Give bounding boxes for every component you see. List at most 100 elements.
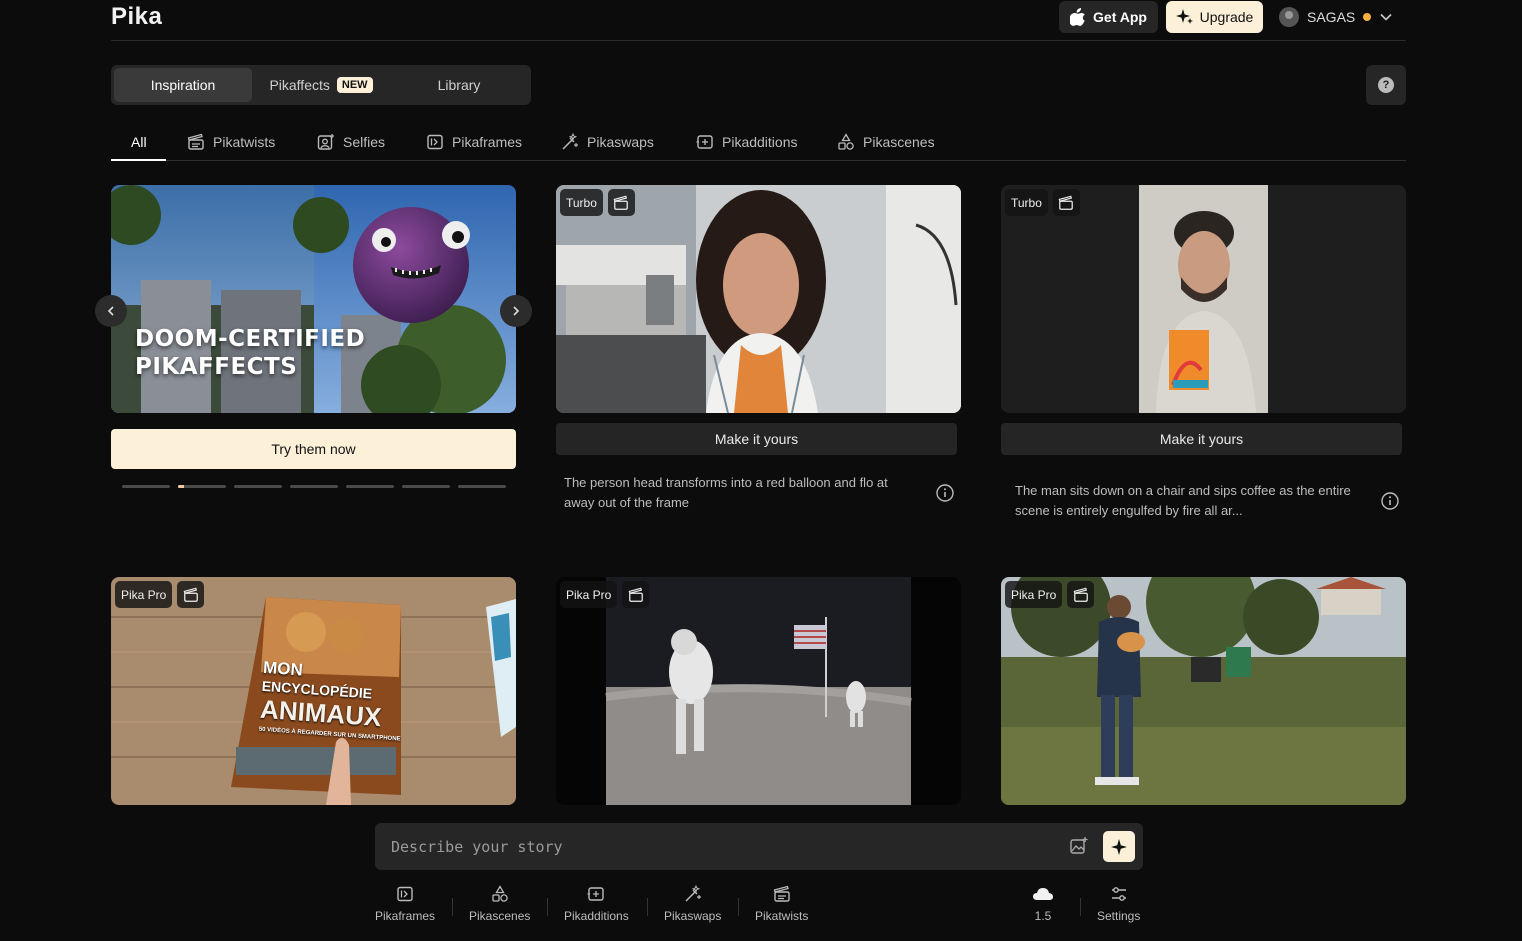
clapper-icon: [177, 581, 205, 608]
carousel-dot[interactable]: [122, 485, 170, 488]
clapper-icon: [773, 885, 790, 902]
tool-pikaswaps[interactable]: Pikaswaps: [664, 885, 721, 923]
carousel-indicators: [122, 485, 506, 488]
help-icon: ?: [1378, 77, 1394, 93]
user-menu[interactable]: SAGAS: [1279, 6, 1393, 28]
tool-pikatwists[interactable]: Pikatwists: [755, 885, 808, 923]
inspiration-card[interactable]: MON ENCYCLOPÉDIE ANIMAUX 50 VIDÉOS À REG…: [111, 577, 516, 805]
inspiration-card[interactable]: Turbo: [556, 185, 961, 413]
frames-icon: [397, 886, 413, 902]
status-dot: [1363, 13, 1372, 21]
tab-inspiration-label: Inspiration: [150, 77, 216, 93]
tool-pikadditions[interactable]: Pikadditions: [564, 885, 629, 923]
inspiration-card[interactable]: Pika Pro: [1001, 577, 1406, 805]
category-pikaframes-label: Pikaframes: [452, 134, 523, 150]
video-thumbnail: [1001, 185, 1406, 413]
carousel-dot[interactable]: [290, 485, 338, 488]
get-app-button[interactable]: Get App: [1059, 1, 1158, 33]
promo-title-line1: DOOM-CERTIFIED: [135, 326, 366, 352]
book-cover-text: MON ENCYCLOPÉDIE ANIMAUX 50 VIDÉOS À REG…: [259, 658, 414, 743]
category-pikaswaps[interactable]: Pikaswaps: [561, 132, 654, 152]
sparkle-icon: [1111, 838, 1127, 855]
inspiration-card[interactable]: Turbo: [1001, 185, 1406, 413]
card-description: The person head transforms into a red ba…: [564, 475, 888, 510]
swap-wand-icon: [685, 885, 701, 902]
settings-button[interactable]: Settings: [1097, 885, 1140, 923]
sparkle-icon: [1175, 9, 1193, 24]
category-selfies[interactable]: Selfies: [317, 132, 385, 152]
tab-library[interactable]: Library: [390, 68, 528, 102]
help-button[interactable]: ?: [1366, 65, 1406, 105]
tool-pikaframes[interactable]: Pikaframes: [375, 885, 435, 923]
new-badge: NEW: [336, 77, 373, 93]
divider: [1080, 898, 1081, 916]
video-thumbnail: [556, 185, 961, 413]
clapper-icon: [622, 581, 650, 608]
category-pikadditions[interactable]: Pikadditions: [696, 132, 798, 152]
divider: [452, 898, 453, 916]
additions-icon: [587, 887, 605, 901]
carousel-dot[interactable]: [178, 485, 226, 488]
sliders-icon: [1111, 887, 1126, 901]
prompt-bar: [375, 823, 1143, 870]
card-tags: Turbo: [1005, 189, 1080, 216]
chevron-right-icon: [513, 306, 520, 316]
upload-image-button[interactable]: [1067, 834, 1091, 858]
chevron-down-icon: [1380, 13, 1392, 21]
category-pikatwists-label: Pikatwists: [213, 134, 276, 150]
tab-library-label: Library: [437, 77, 481, 93]
carousel-next-button[interactable]: [500, 295, 532, 327]
pika-logo[interactable]: Pika: [111, 3, 162, 31]
tool-pikadditions-label: Pikadditions: [564, 909, 629, 923]
settings-label: Settings: [1097, 909, 1141, 923]
make-it-yours-button[interactable]: Make it yours: [1001, 423, 1402, 455]
video-thumbnail: [556, 577, 961, 805]
promo-carousel[interactable]: DOOM-CERTIFIED PIKAFFECTS: [111, 185, 516, 413]
clapper-icon: [1067, 581, 1095, 608]
info-icon[interactable]: [1380, 491, 1400, 511]
tab-pikaffects[interactable]: Pikaffects NEW: [252, 68, 390, 102]
model-tag: Pika Pro: [1005, 581, 1063, 608]
category-pikatwists[interactable]: Pikatwists: [187, 132, 275, 152]
card-tags: Pika Pro: [1005, 581, 1095, 608]
username: SAGAS: [1307, 9, 1356, 25]
chevron-left-icon: [107, 306, 114, 316]
video-thumbnail: [1001, 577, 1406, 805]
promo-title: DOOM-CERTIFIED PIKAFFECTS: [135, 325, 365, 381]
model-version-selector[interactable]: 1.5: [1032, 885, 1054, 923]
promo-title-line2: PIKAFFECTS: [135, 354, 298, 380]
main-tabs: Inspiration Pikaffects NEW Library: [111, 65, 531, 105]
clapper-icon: [1052, 189, 1080, 216]
upgrade-label: Upgrade: [1199, 9, 1254, 25]
carousel-dot[interactable]: [234, 485, 282, 488]
image-plus-icon: [1070, 837, 1088, 854]
inspiration-card[interactable]: Pika Pro: [556, 577, 961, 805]
top-header: Pika Get App Upgrade SAGAS: [111, 0, 1406, 41]
tab-inspiration[interactable]: Inspiration: [114, 68, 252, 102]
category-pikaswaps-label: Pikaswaps: [587, 134, 654, 150]
category-pikaframes[interactable]: Pikaframes: [426, 132, 522, 152]
category-pikascenes[interactable]: Pikascenes: [837, 132, 935, 152]
category-all[interactable]: All: [131, 132, 147, 152]
carousel-prev-button[interactable]: [95, 295, 127, 327]
info-icon[interactable]: [935, 483, 955, 503]
carousel-dot[interactable]: [458, 485, 506, 488]
story-prompt-input[interactable]: [375, 823, 1055, 870]
additions-icon: [696, 135, 713, 149]
frames-icon: [427, 134, 443, 150]
model-tag: Pika Pro: [115, 581, 173, 608]
make-it-yours-button[interactable]: Make it yours: [556, 423, 957, 455]
tool-pikascenes[interactable]: Pikascenes: [469, 885, 530, 923]
active-tab-underline: [111, 159, 166, 161]
divider: [547, 898, 548, 916]
upgrade-button[interactable]: Upgrade: [1166, 1, 1263, 33]
card-tags: Turbo: [560, 189, 635, 216]
card-tags: Pika Pro: [560, 581, 650, 608]
carousel-dot[interactable]: [346, 485, 394, 488]
try-them-now-button[interactable]: Try them now: [111, 429, 516, 469]
category-tabs: All Pikatwists Selfies Pikaframes Pikasw…: [111, 124, 1406, 161]
generate-button[interactable]: [1103, 831, 1135, 862]
divider: [738, 898, 739, 916]
card-tags: Pika Pro: [115, 581, 205, 608]
carousel-dot[interactable]: [402, 485, 450, 488]
